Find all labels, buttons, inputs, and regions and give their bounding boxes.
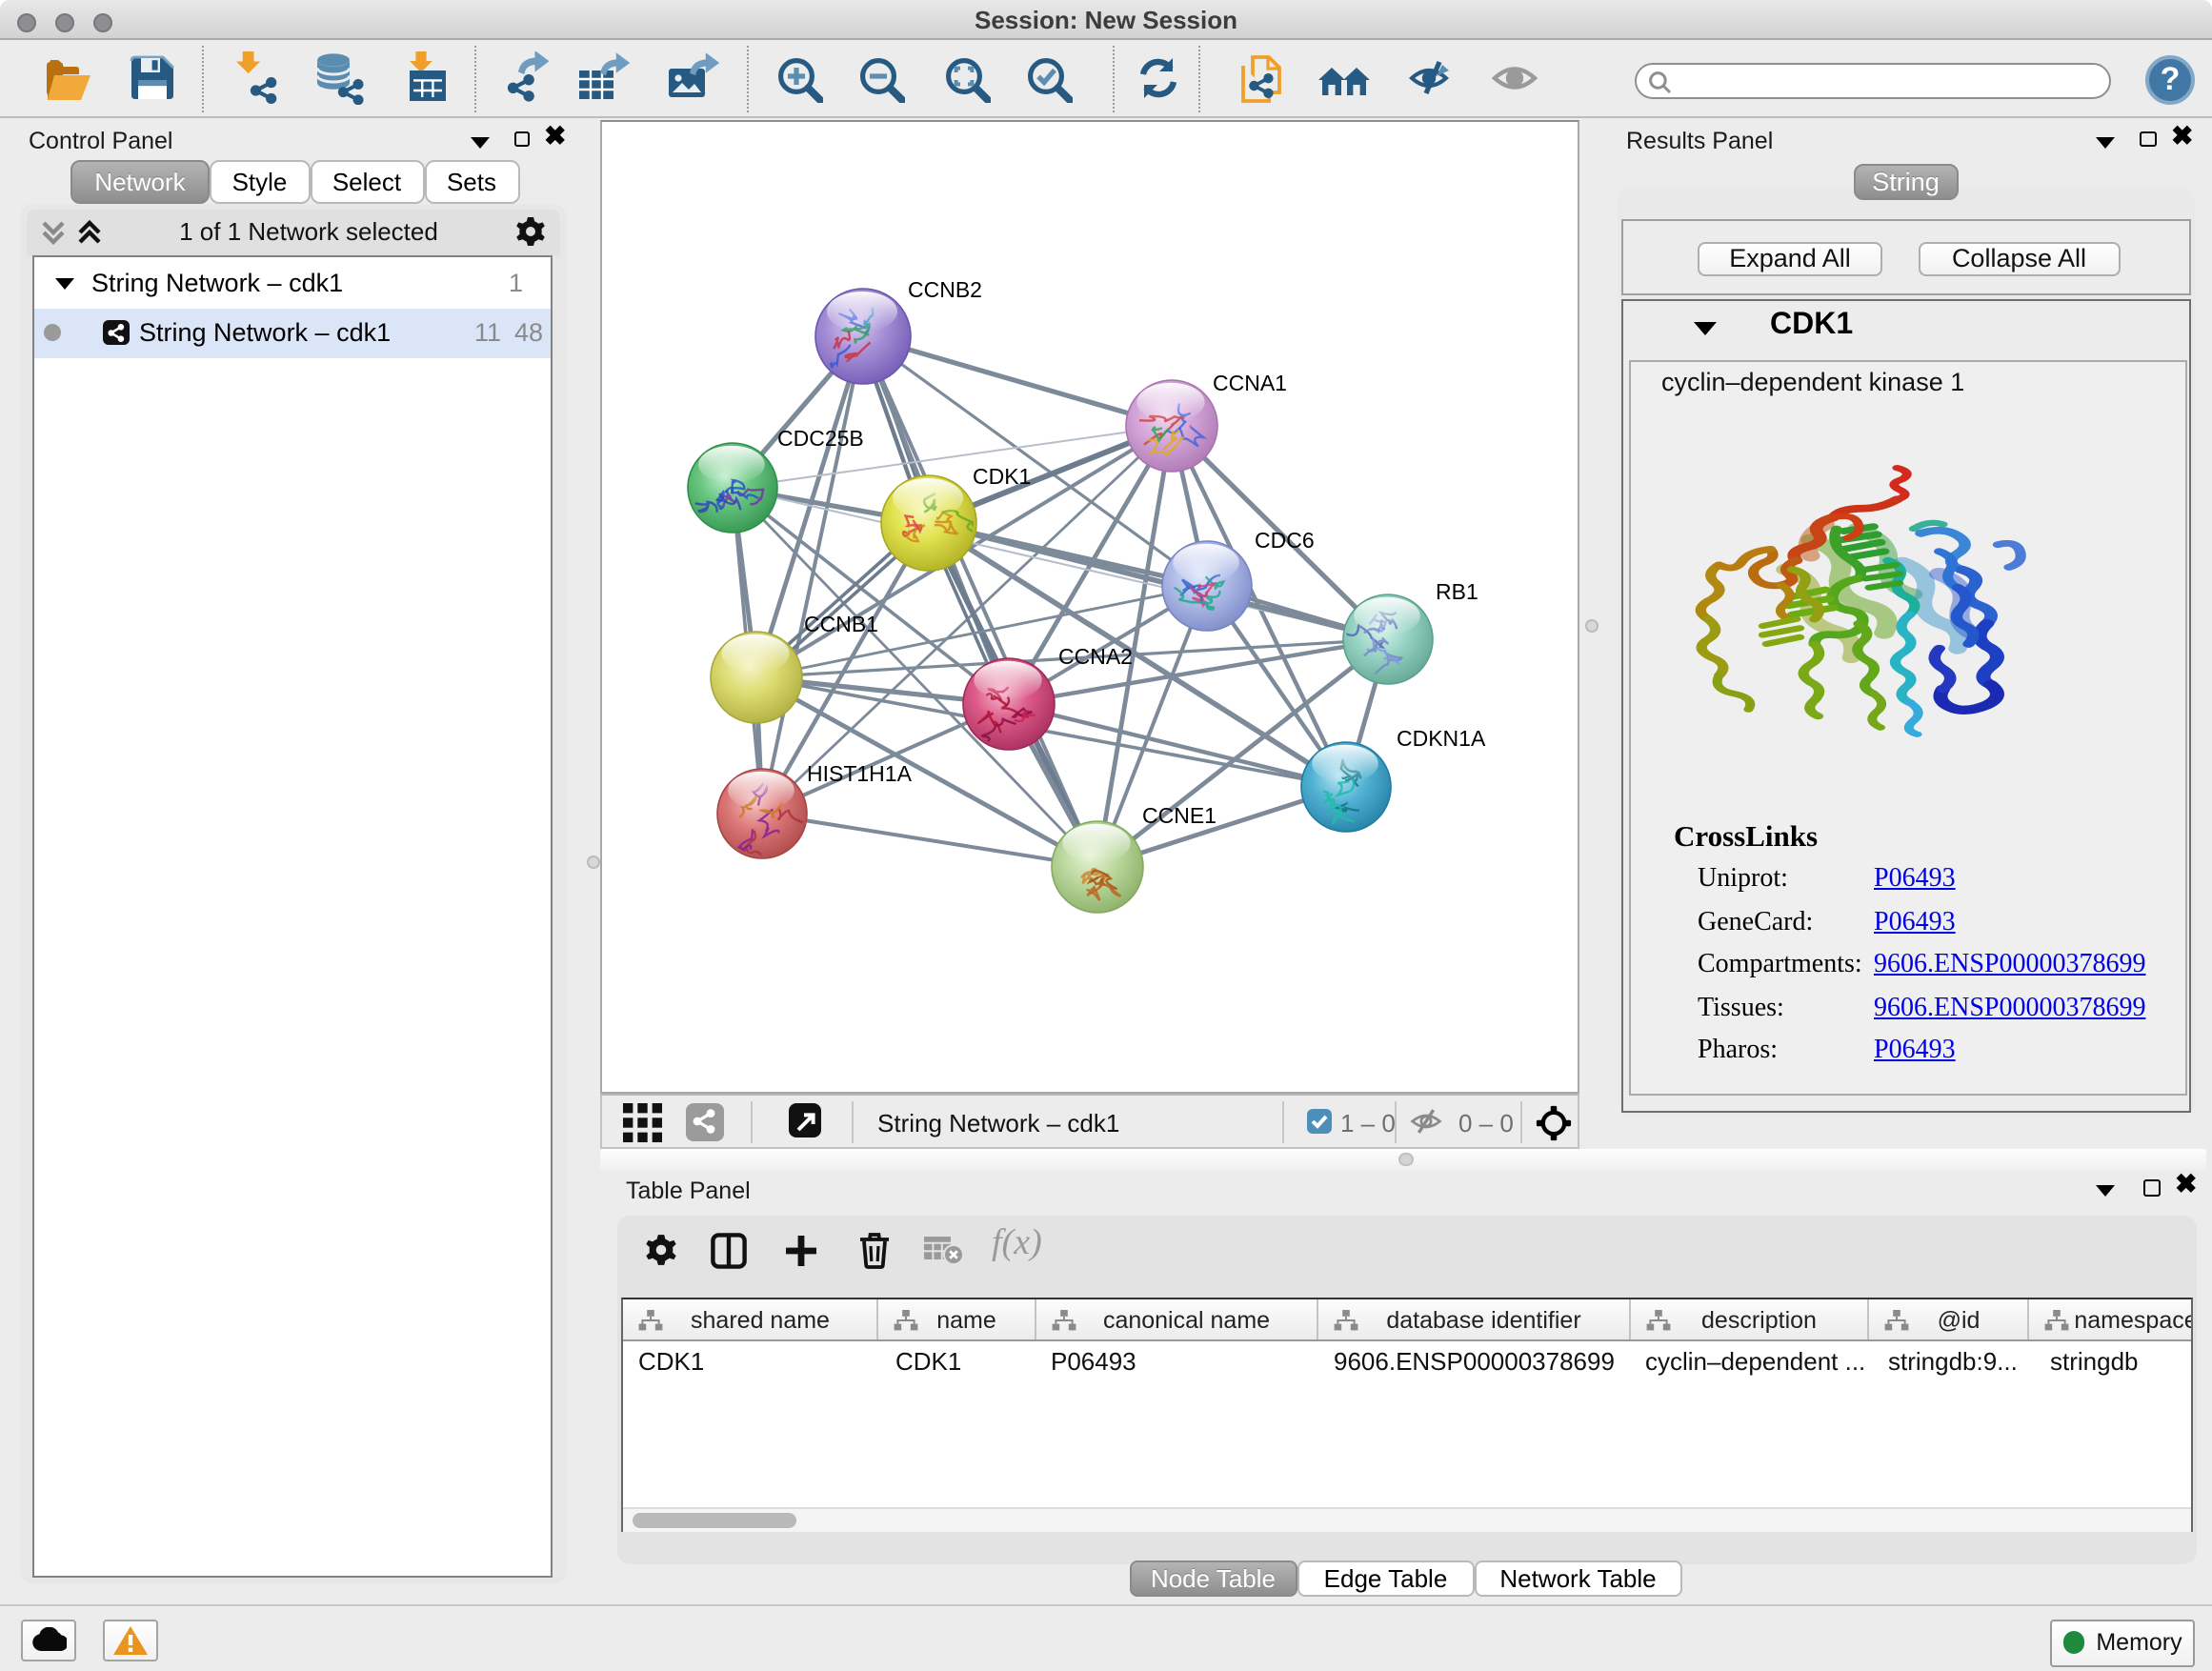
svg-text:HIST1H1A: HIST1H1A xyxy=(806,760,912,785)
svg-text:CDKN1A: CDKN1A xyxy=(1396,725,1485,750)
svg-text:CCNE1: CCNE1 xyxy=(1141,802,1216,827)
svg-text:CCNA1: CCNA1 xyxy=(1212,370,1286,394)
svg-text:CCNA2: CCNA2 xyxy=(1057,643,1132,668)
svg-text:RB1: RB1 xyxy=(1435,578,1478,603)
svg-text:CDC25B: CDC25B xyxy=(776,425,863,450)
svg-text:CCNB2: CCNB2 xyxy=(907,276,981,301)
svg-text:CDC6: CDC6 xyxy=(1254,527,1314,552)
svg-text:CDK1: CDK1 xyxy=(972,463,1030,488)
svg-text:CCNB1: CCNB1 xyxy=(803,611,877,635)
